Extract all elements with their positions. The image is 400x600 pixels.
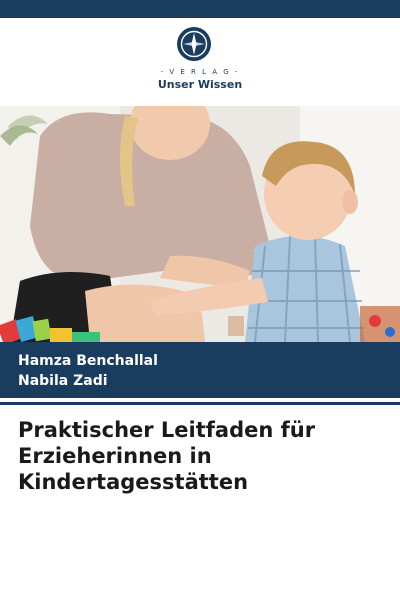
book-title: Praktischer Leitfaden für Erzieherinnen … xyxy=(18,417,388,495)
book-title-line: Praktischer Leitfaden für xyxy=(18,418,316,442)
cover-photo-illustration xyxy=(0,106,400,342)
book-title-line: Kindertagesstätten xyxy=(18,470,249,494)
author-name: Hamza Benchallal xyxy=(18,353,158,369)
top-color-bar xyxy=(0,0,400,18)
book-title-line: Erzieherinnen in xyxy=(18,444,212,468)
author-band: Hamza Benchallal Nabila Zadi xyxy=(0,342,400,398)
cover-photo xyxy=(0,106,400,342)
divider-rule xyxy=(0,402,400,405)
publisher-name: Unser Wissen xyxy=(157,78,243,91)
author-name: Nabila Zadi xyxy=(18,373,108,389)
publisher-verlag-label: - V E R L A G - xyxy=(160,68,240,76)
compass-emblem-icon xyxy=(177,27,211,61)
publisher-logo: - V E R L A G - Unser Wissen xyxy=(0,26,400,98)
